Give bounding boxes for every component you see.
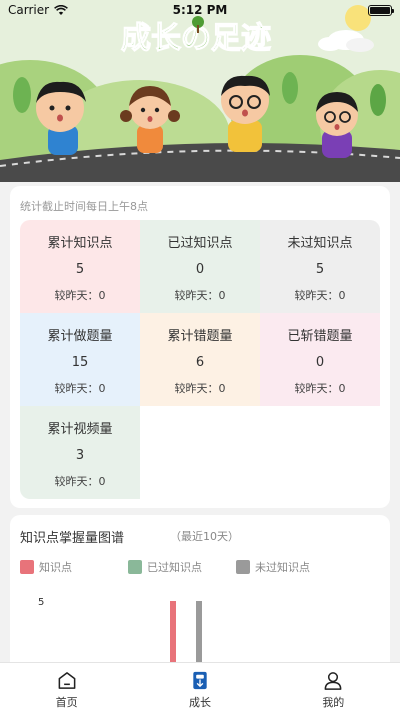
carrier-label: Carrier [8, 3, 50, 17]
stat-failed-knowledge-points[interactable]: 未过知识点 5 较昨天：0 [260, 220, 380, 313]
chart-legend: 知识点 已过知识点 未过知识点 [20, 559, 344, 575]
kid-illustration [316, 92, 358, 158]
wifi-icon [54, 4, 68, 15]
grid-spacer [140, 406, 260, 499]
tab-bar: 首页 成长 我的 [0, 662, 400, 710]
tab-home[interactable]: 首页 [0, 663, 133, 710]
legend-label: 未过知识点 [255, 561, 310, 574]
profile-icon [324, 672, 342, 690]
chart-subtitle: （最近10天） [170, 530, 239, 543]
stat-total-knowledge-points[interactable]: 累计知识点 5 较昨天：0 [20, 220, 140, 313]
stat-passed-knowledge-points[interactable]: 已过知识点 0 较昨天：0 [140, 220, 260, 313]
stat-diff: 较昨天：0 [174, 289, 226, 302]
battery-icon [368, 4, 394, 16]
legend-item[interactable]: 知识点 [20, 559, 128, 575]
stat-title: 累计知识点 [47, 236, 113, 251]
stat-diff: 较昨天：0 [294, 382, 346, 395]
y-tick-label: 5 [38, 597, 44, 608]
stat-diff: 较昨天：0 [174, 382, 226, 395]
stats-note: 统计截止时间每日上午8点 [20, 200, 148, 213]
status-bar: Carrier 5:12 PM [0, 0, 400, 20]
tab-label: 我的 [322, 696, 345, 709]
stat-diff: 较昨天：0 [54, 382, 106, 395]
stat-title: 累计视频量 [47, 422, 113, 437]
growth-icon [193, 671, 207, 690]
stat-title: 累计做题量 [47, 329, 113, 344]
tab-label: 首页 [55, 696, 78, 709]
chart-card: 知识点掌握量图谱 （最近10天） 知识点 已过知识点 未过知识点 5 [10, 515, 390, 675]
stat-diff: 较昨天：0 [54, 475, 106, 488]
stat-total-videos[interactable]: 累计视频量 3 较昨天：0 [20, 406, 140, 499]
stat-value: 5 [315, 261, 325, 277]
home-icon [58, 672, 76, 689]
tab-label: 成长 [188, 696, 211, 709]
stat-value: 0 [315, 354, 325, 370]
stat-title: 已过知识点 [167, 236, 233, 251]
legend-swatch [128, 560, 142, 574]
stat-title: 已斩错题量 [287, 329, 353, 344]
stat-value: 6 [195, 354, 205, 370]
stats-card: 统计截止时间每日上午8点 累计知识点 5 较昨天：0 已过知识点 0 较昨天：0… [10, 186, 390, 508]
stat-total-wrong-questions[interactable]: 累计错题量 6 较昨天：0 [140, 313, 260, 406]
grid-spacer [260, 406, 380, 499]
stat-title: 未过知识点 [287, 236, 353, 251]
legend-swatch [236, 560, 250, 574]
legend-label: 已过知识点 [147, 561, 202, 574]
stat-value: 15 [71, 354, 89, 370]
banner-illustration: 成长の足迹 [0, 0, 400, 182]
stat-value: 5 [75, 261, 85, 277]
legend-item[interactable]: 未过知识点 [236, 559, 344, 575]
header-banner: 成长の足迹 [0, 0, 400, 182]
legend-label: 知识点 [39, 561, 72, 574]
chart-title: 知识点掌握量图谱 [20, 531, 125, 546]
stat-total-questions[interactable]: 累计做题量 15 较昨天：0 [20, 313, 140, 406]
stat-diff: 较昨天：0 [54, 289, 106, 302]
stats-grid: 累计知识点 5 较昨天：0 已过知识点 0 较昨天：0 未过知识点 5 较昨天：… [20, 220, 380, 499]
stat-diff: 较昨天：0 [294, 289, 346, 302]
stat-value: 3 [75, 447, 85, 463]
stat-value: 0 [195, 261, 205, 277]
legend-item[interactable]: 已过知识点 [128, 559, 236, 575]
tab-growth[interactable]: 成长 [133, 663, 266, 710]
stat-solved-wrong-questions[interactable]: 已斩错题量 0 较昨天：0 [260, 313, 380, 406]
stat-title: 累计错题量 [167, 329, 233, 344]
tab-profile[interactable]: 我的 [267, 663, 400, 710]
legend-swatch [20, 560, 34, 574]
